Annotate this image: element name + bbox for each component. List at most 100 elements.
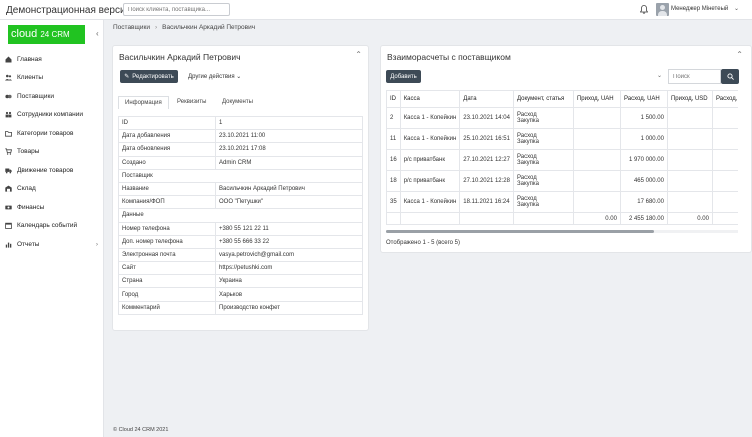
sidebar-item-truck[interactable]: Движение товаров [0, 162, 104, 178]
document-cell: Расход Закупка [512, 191, 574, 213]
sidebar-item-label: Календарь событий [17, 221, 78, 229]
table-row[interactable]: 16 р/с приватбанк 27.10.2021 12:27 Расход За… [386, 149, 738, 171]
sidebar-item-team[interactable]: Сотрудники компании [0, 106, 104, 122]
field-value: Васильчкин Аркадий Петрович [215, 181, 363, 197]
horizontal-scrollbar[interactable] [386, 230, 738, 233]
tab-documents[interactable]: Документы [222, 99, 253, 105]
column-header[interactable]: Документ, статья [512, 90, 574, 108]
field-value: ООО "Петушки" [215, 195, 363, 210]
collapse-panel-icon[interactable]: ⌃ [355, 50, 362, 59]
cell-date: 23.10.2021 14:04 [459, 107, 514, 129]
cell-date: 18.11.2021 16:24 [459, 191, 514, 213]
cell-out-usd [711, 149, 738, 171]
sidebar-item-home[interactable]: Главная [0, 51, 104, 67]
cell-out-usd [711, 107, 738, 129]
table-row: Доп. номер телефона +380 55 666 33 22 [118, 234, 363, 249]
table-row[interactable]: 35 Касса 1 - Копейкин 18.11.2021 16:24 Расх… [386, 191, 738, 213]
field-label: Компания/ФОП [118, 195, 216, 210]
chart-icon [5, 242, 12, 248]
table-row[interactable]: 2 Касса 1 - Копейкин 23.10.2021 14:04 Расхо… [386, 107, 738, 129]
sidebar-item-supplier[interactable]: Поставщики [0, 88, 104, 104]
sidebar-item-money[interactable]: Финансы [0, 199, 104, 215]
sidebar-item-label: Товары [17, 147, 40, 155]
filter-dropdown-icon[interactable]: ⌄ [657, 72, 662, 79]
chevron-right-icon: › [95, 240, 98, 248]
logo[interactable]: cloud 24 CRM [8, 25, 85, 44]
cell-date: 27.10.2021 12:28 [459, 170, 514, 192]
column-header[interactable]: Расход, UAH [619, 90, 668, 108]
cell-date: 27.10.2021 12:27 [459, 149, 514, 171]
logo-text: cloud [11, 28, 38, 40]
column-header[interactable]: Приход, USD [666, 90, 713, 108]
column-header[interactable]: Дата [459, 90, 514, 108]
search-input[interactable] [123, 3, 230, 16]
table-row: Название Васильчкин Аркадий Петрович [118, 181, 363, 197]
field-label: Название [118, 181, 216, 197]
column-header[interactable]: Расход, U [711, 90, 738, 108]
cell-out-uah: 1 000.00 [619, 128, 668, 150]
document-article: Закупка [516, 202, 539, 208]
home-icon [5, 56, 12, 62]
table-row: Создано Admin CRM [118, 155, 363, 170]
sidebar-item-chart[interactable]: Отчеты › [0, 236, 104, 252]
table-row[interactable]: 18 р/с приватбанк 27.10.2021 12:28 Расход За… [386, 170, 738, 192]
column-header[interactable]: Приход, UAH [572, 90, 621, 108]
sidebar-item-users[interactable]: Клиенты [0, 69, 104, 85]
edit-button[interactable]: ✎ Редактировать [120, 70, 178, 83]
bell-icon[interactable] [640, 5, 648, 14]
search-icon [726, 73, 734, 80]
tab-info[interactable]: Информация [118, 96, 169, 109]
folder-icon [5, 130, 12, 137]
sidebar-item-label: Сотрудники компании [17, 110, 83, 118]
table-row[interactable]: 11 Касса 1 - Копейкин 25.10.2021 16:51 Расх… [386, 128, 738, 150]
panel-title: Взаиморасчеты с поставщиком [387, 52, 511, 62]
cell-out-uah: 17 680.00 [619, 191, 668, 213]
cell-in-usd [666, 191, 713, 213]
settlements-search-input[interactable] [668, 69, 721, 84]
table-header: ID Касса Дата Документ, статья Приход, UAH Ра… [386, 90, 738, 108]
field-label: Номер телефона [118, 221, 216, 236]
sidebar-item-calendar[interactable]: Календарь событий [0, 217, 104, 233]
cell-out-usd [711, 191, 738, 213]
cell-in-usd [666, 170, 713, 192]
sidebar-item-cart[interactable]: Товары [0, 143, 104, 159]
total-cell [386, 212, 401, 225]
document-cell: Расход Закупка [512, 107, 574, 129]
sidebar-item-folder[interactable]: Категории товаров [0, 125, 104, 141]
document-article: Закупка [516, 181, 539, 187]
collapse-sidebar-icon[interactable]: ‹ [96, 29, 99, 38]
edit-icon: ✎ [124, 74, 130, 80]
collapse-panel-icon[interactable]: ⌃ [736, 50, 743, 59]
avatar[interactable] [656, 3, 669, 16]
table-row: Дата обновления 23.10.2021 17:08 [118, 142, 363, 157]
chevron-down-icon[interactable]: ⌄ [734, 5, 739, 12]
field-value: +380 55 121 22 11 [215, 221, 363, 236]
cell-kassa: Касса 1 - Копейкин [399, 191, 461, 213]
field-label: Сайт [118, 261, 216, 276]
field-value: https://petushki.com [215, 261, 363, 276]
user-name[interactable]: Менеджер Мінетеый [671, 6, 728, 12]
table-row: Сайт https://petushki.com [118, 261, 363, 276]
field-label: Создано [118, 155, 216, 170]
table-scroll-region: ID Касса Дата Документ, статья Приход, UAH Ра… [386, 90, 738, 232]
scrollbar-thumb[interactable] [386, 230, 654, 233]
document-cell: Расход Закупка [512, 128, 574, 150]
sidebar-item-warehouse[interactable]: Склад [0, 180, 104, 196]
document-article: Закупка [516, 160, 539, 166]
pagination-summary: Отображено 1 - 5 (всего 5) [386, 240, 460, 246]
breadcrumb-root[interactable]: Поставщики [113, 24, 150, 31]
search-button[interactable] [721, 69, 739, 84]
add-button[interactable]: Добавить [386, 70, 421, 83]
column-header[interactable]: ID [386, 90, 401, 108]
column-header[interactable]: Касса [399, 90, 461, 108]
cell-id: 11 [386, 128, 401, 150]
table-row: Страна Украина [118, 274, 363, 289]
tab-requisites[interactable]: Реквизиты [177, 99, 206, 105]
sidebar-item-label: Склад [17, 184, 36, 192]
info-table: ID 1 Дата добавления 23.10.2021 11:00 Дата о… [118, 115, 363, 315]
total-cell [512, 212, 574, 225]
field-label: Доп. номер телефона [118, 234, 216, 249]
app-title: Демонстрационная версия [6, 5, 131, 16]
logo-suffix: 24 CRM [40, 30, 70, 39]
other-actions-button[interactable]: Другие действия ⌄ [188, 73, 241, 80]
